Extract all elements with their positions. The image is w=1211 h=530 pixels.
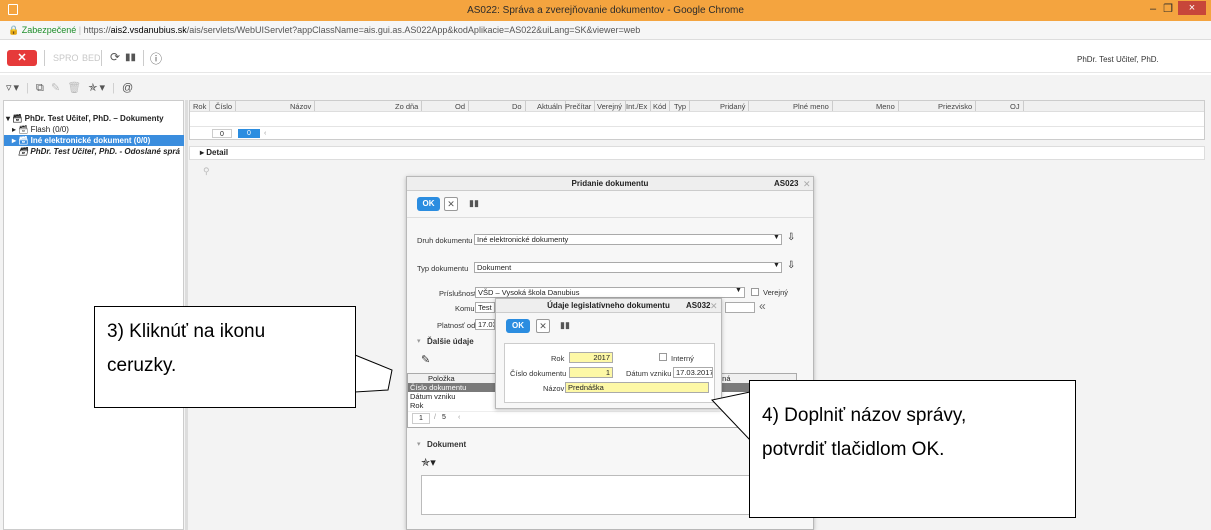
callout-step-4-line1: 4) Doplniť názov správy, <box>762 405 967 426</box>
callout-step-4: 4) Doplniť názov správy, potvrdiť tlačid… <box>749 380 1076 518</box>
callout-step-3-line1: 3) Kliknúť na ikonu <box>107 321 266 342</box>
callout-right-pointer <box>711 391 751 442</box>
callout-step-4-line2: potvrdiť tlačidlom OK. <box>762 439 945 460</box>
callout-step-3-line2: ceruzky. <box>107 355 177 376</box>
callout-left-pointer <box>354 354 393 393</box>
callout-step-3: 3) Kliknúť na ikonu ceruzky. <box>94 306 356 408</box>
